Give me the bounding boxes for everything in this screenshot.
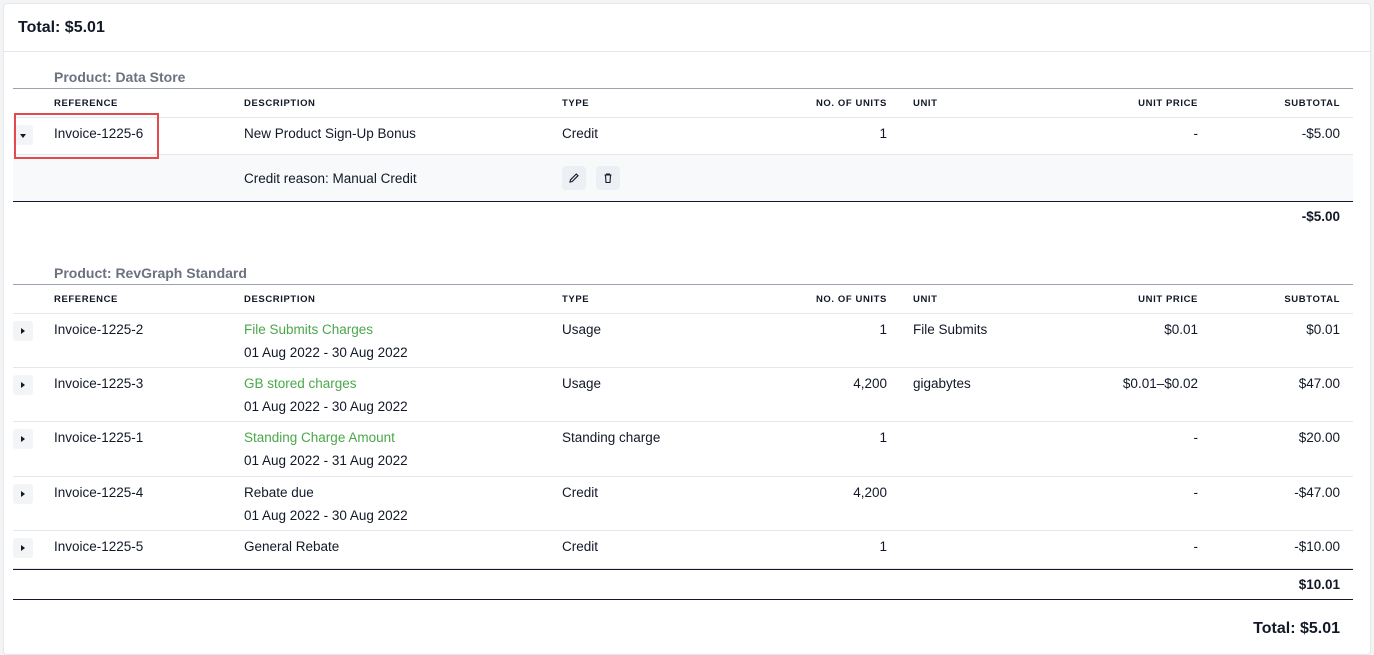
row-subtotal: -$10.00 xyxy=(1294,539,1340,554)
row-reference: Invoice-1225-1 xyxy=(54,430,144,445)
row-period: 01 Aug 2022 - 30 Aug 2022 xyxy=(244,508,408,523)
col-type: TYPE xyxy=(562,285,742,314)
row-units: 1 xyxy=(879,322,887,337)
col-units: NO. OF UNITS xyxy=(742,89,900,118)
col-subtotal: SUBTOTAL xyxy=(1211,89,1353,118)
row-description-link[interactable]: File Submits Charges xyxy=(244,322,562,338)
row-units: 1 xyxy=(879,126,887,141)
table-row: Invoice-1225-2 File Submits Charges 01 Au… xyxy=(13,313,1353,368)
row-period: 01 Aug 2022 - 31 Aug 2022 xyxy=(244,453,408,468)
row-subtotal: $0.01 xyxy=(1306,322,1340,337)
col-description: DESCRIPTION xyxy=(244,89,562,118)
col-unit-price: UNIT PRICE xyxy=(1040,89,1211,118)
trash-icon xyxy=(604,173,612,184)
row-type: Standing charge xyxy=(562,430,661,445)
row-description: New Product Sign-Up Bonus xyxy=(244,126,416,141)
col-description: DESCRIPTION xyxy=(244,285,562,314)
caret-right-icon xyxy=(21,545,25,551)
expand-row-button[interactable] xyxy=(13,484,33,504)
col-reference: REFERENCE xyxy=(54,285,244,314)
row-subtotal: -$5.00 xyxy=(1301,126,1340,141)
table-row: Invoice-1225-1 Standing Charge Amount 01 … xyxy=(13,421,1353,477)
line-items-table: REFERENCE DESCRIPTION TYPE NO. OF UNITS … xyxy=(13,89,1353,201)
delete-button[interactable] xyxy=(595,166,620,190)
row-period: 01 Aug 2022 - 30 Aug 2022 xyxy=(244,345,408,360)
row-subtotal: $20.00 xyxy=(1298,430,1340,445)
col-reference: REFERENCE xyxy=(54,89,244,118)
table-header-row: REFERENCE DESCRIPTION TYPE NO. OF UNITS … xyxy=(13,285,1353,314)
section-revgraph-standard: Product: RevGraph Standard REFERENCE DES… xyxy=(13,262,1353,600)
expand-row-button[interactable] xyxy=(13,321,33,341)
row-units: 4,200 xyxy=(853,376,887,391)
caret-right-icon xyxy=(21,491,25,497)
row-unit-price: $0.01 xyxy=(1164,322,1198,337)
row-subtotal: $47.00 xyxy=(1298,376,1340,391)
row-unit-price: $0.01–$0.02 xyxy=(1122,376,1198,391)
row-description-link[interactable]: GB stored charges xyxy=(244,376,562,392)
row-description: General Rebate xyxy=(244,539,340,554)
caret-down-icon xyxy=(20,134,26,138)
row-reference: Invoice-1225-6 xyxy=(54,126,144,141)
header-total: Total: $5.01 xyxy=(18,18,105,36)
section-total: -$5.00 xyxy=(13,201,1353,232)
row-unit-price: - xyxy=(1193,485,1199,500)
row-reference: Invoice-1225-3 xyxy=(54,376,144,391)
col-type: TYPE xyxy=(562,89,742,118)
edit-button[interactable] xyxy=(562,166,586,190)
product-title: Product: Data Store xyxy=(13,66,1353,89)
row-reference: Invoice-1225-4 xyxy=(54,485,144,500)
caret-right-icon xyxy=(21,436,25,442)
row-description-link[interactable]: Standing Charge Amount xyxy=(244,430,562,446)
pencil-icon xyxy=(569,173,579,183)
row-type: Usage xyxy=(562,376,602,391)
table-row: Invoice-1225-6 New Product Sign-Up Bonus… xyxy=(13,117,1353,155)
col-subtotal: SUBTOTAL xyxy=(1211,285,1353,314)
line-items-table: REFERENCE DESCRIPTION TYPE NO. OF UNITS … xyxy=(13,285,1353,569)
credit-reason: Credit reason: Manual Credit xyxy=(244,170,417,186)
caret-right-icon xyxy=(21,328,25,334)
row-reference: Invoice-1225-5 xyxy=(54,539,144,554)
caret-right-icon xyxy=(21,382,25,388)
section-total: $10.01 xyxy=(13,569,1353,600)
row-unit-price: - xyxy=(1193,539,1199,554)
row-unit-price: - xyxy=(1193,126,1199,141)
col-unit-price: UNIT PRICE xyxy=(1040,285,1211,314)
row-unit: gigabytes xyxy=(913,376,971,391)
row-type: Usage xyxy=(562,322,602,337)
table-header-row: REFERENCE DESCRIPTION TYPE NO. OF UNITS … xyxy=(13,89,1353,118)
expand-row-button[interactable] xyxy=(13,538,33,558)
row-description: Rebate due xyxy=(244,485,314,500)
row-type: Credit xyxy=(562,485,599,500)
section-data-store: Product: Data Store REFERENCE DESCRIPTIO… xyxy=(13,66,1353,232)
row-type: Credit xyxy=(562,126,599,141)
product-title: Product: RevGraph Standard xyxy=(13,262,1353,285)
expand-row-button[interactable] xyxy=(13,375,33,395)
row-period: 01 Aug 2022 - 30 Aug 2022 xyxy=(244,399,408,414)
collapse-row-button[interactable] xyxy=(13,125,33,145)
table-row: Invoice-1225-3 GB stored charges 01 Aug 2… xyxy=(13,367,1353,422)
table-row: Invoice-1225-5 General Rebate Credit 1 -… xyxy=(13,530,1353,569)
row-type: Credit xyxy=(562,539,599,554)
expand-row-button[interactable] xyxy=(13,429,33,449)
grand-total-label: Total: $5.01 xyxy=(1253,620,1340,637)
grand-total: Total: $5.01 xyxy=(13,599,1353,638)
row-unit-price: - xyxy=(1193,430,1199,445)
panel-total-header: Total: $5.01 xyxy=(4,4,1370,52)
row-detail: Credit reason: Manual Credit xyxy=(13,154,1353,201)
col-units: NO. OF UNITS xyxy=(742,285,900,314)
row-units: 1 xyxy=(879,539,887,554)
col-unit: UNIT xyxy=(900,285,1040,314)
row-reference: Invoice-1225-2 xyxy=(54,322,144,337)
row-subtotal: -$47.00 xyxy=(1294,485,1340,500)
col-unit: UNIT xyxy=(900,89,1040,118)
row-unit: File Submits xyxy=(913,322,988,337)
row-units: 4,200 xyxy=(853,485,887,500)
table-row: Invoice-1225-4 Rebate due 01 Aug 2022 - 3… xyxy=(13,476,1353,531)
row-units: 1 xyxy=(879,430,887,445)
